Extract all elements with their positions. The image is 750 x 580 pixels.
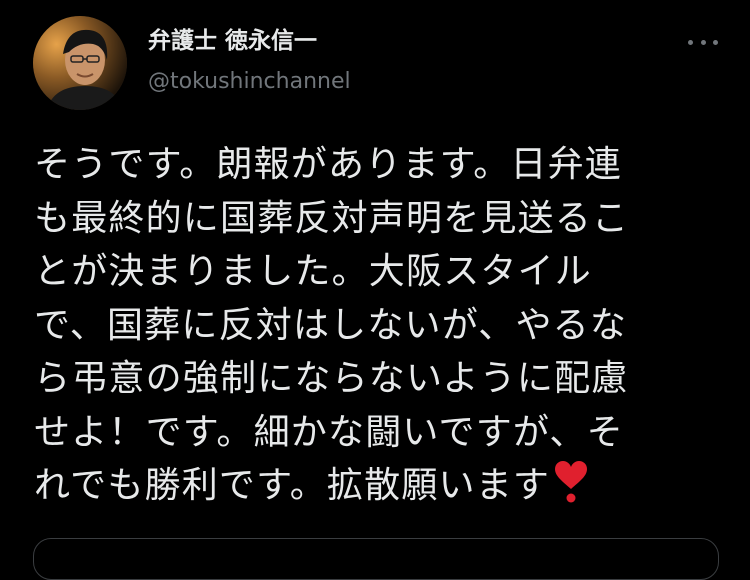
more-dot-icon: [688, 39, 693, 45]
more-options-button[interactable]: [688, 32, 718, 52]
tweet-text-line: れでも勝利です。拡散願います: [34, 465, 551, 506]
heavy-heart-exclamation-icon: [552, 459, 590, 505]
tweet-text-line: で、国葬に反対はしないが、やるな: [34, 304, 628, 346]
tweet-text-line: も最終的に国葬反対声明を見送るこ: [34, 197, 630, 239]
user-handle[interactable]: @tokushinchannel: [148, 68, 351, 96]
display-name[interactable]: 弁護士 徳永信一: [148, 26, 351, 56]
more-dot-icon: [713, 39, 718, 45]
avatar-photo: [33, 16, 127, 110]
tweet-text-line: そうです。朗報があります。日弁連: [34, 144, 623, 185]
quoted-tweet-card[interactable]: [33, 538, 719, 580]
tweet-text-line: ら弔意の強制にならないように配慮: [34, 358, 629, 399]
tweet-text: そうです。朗報があります。日弁連 も最終的に国葬反対声明を見送るこ とが決まりま…: [34, 138, 714, 513]
tweet-text-line: とが決まりました。大阪スタイル: [34, 251, 593, 292]
tweet: 弁護士 徳永信一 @tokushinchannel そうです。朗報があります。日…: [0, 0, 750, 580]
tweet-text-line: せよ！です。細かな闘いですが、そ: [34, 411, 624, 453]
more-dot-icon: [700, 39, 706, 45]
author-info: 弁護士 徳永信一 @tokushinchannel: [148, 26, 351, 96]
avatar[interactable]: [33, 16, 127, 110]
